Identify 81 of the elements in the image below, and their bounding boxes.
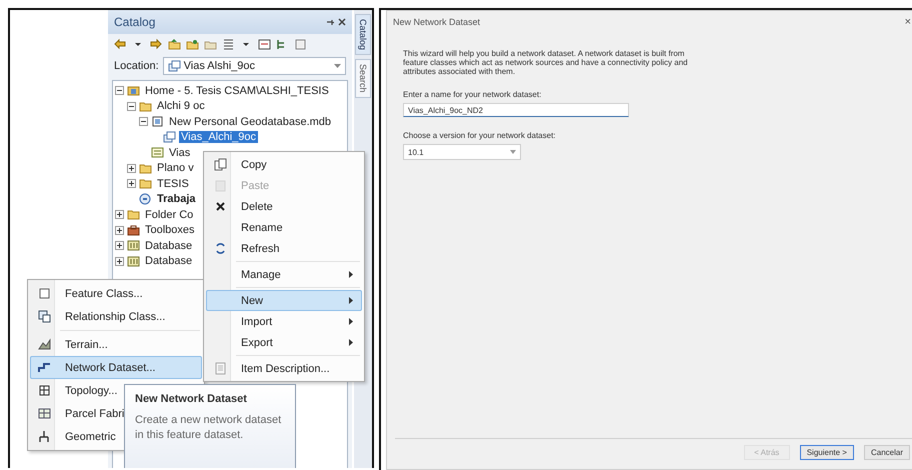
- dialog-button[interactable]: Cancelar: [864, 444, 910, 460]
- side-tab[interactable]: Catalog: [355, 14, 371, 56]
- database-icon: [127, 254, 140, 268]
- menu-item[interactable]: Terrain...: [30, 333, 202, 356]
- pin-icon[interactable]: [326, 18, 335, 26]
- dialog-button[interactable]: Siguiente >: [800, 444, 854, 460]
- tree-item[interactable]: Alchi 9 oc: [155, 100, 207, 112]
- version-dropdown[interactable]: 10.1: [403, 144, 521, 160]
- document-icon: [214, 362, 226, 375]
- name-field[interactable]: Vias_Alchi_9oc_ND2: [403, 103, 629, 117]
- menu-item[interactable]: Network Dataset...: [30, 356, 202, 379]
- geometric-network-icon: [38, 430, 50, 443]
- terrain-icon: [38, 338, 50, 351]
- parcel-icon: [38, 407, 50, 420]
- collapse-icon[interactable]: [127, 102, 136, 111]
- expand-icon[interactable]: [115, 210, 124, 220]
- dataset-icon: [163, 130, 176, 144]
- menu-item[interactable]: Manage: [206, 264, 362, 285]
- menu-item[interactable]: Export: [206, 332, 362, 353]
- menu-item[interactable]: Import: [206, 311, 362, 332]
- tree-item[interactable]: Trabaja: [155, 193, 198, 206]
- folder-icon: [139, 100, 152, 113]
- connect-folder-icon[interactable]: [186, 38, 199, 51]
- collapse-icon[interactable]: [139, 117, 148, 126]
- close-icon[interactable]: [338, 18, 346, 26]
- expand-icon[interactable]: [127, 179, 136, 188]
- intro-text: This wizard will help you build a network dataset. A network dataset is built from feature classes which act as network sources and have a connectivity policy and attributes associated with them.: [403, 49, 689, 76]
- close-button[interactable]: ×: [904, 16, 912, 28]
- back-arrow-icon[interactable]: [114, 38, 127, 51]
- dialog-title: New Network Dataset: [393, 17, 480, 27]
- toolbox-icon: [127, 224, 140, 237]
- field-label: Choose a version for your network dataset:: [403, 131, 557, 140]
- delete-icon: [214, 200, 226, 213]
- network-icon: [38, 361, 50, 374]
- tooltip-text: Create a new network dataset in this feature dataset.: [135, 413, 282, 443]
- dropdown-caret-icon: [510, 150, 516, 154]
- field-label: Enter a name for your network dataset:: [403, 90, 542, 99]
- folder-icon: [127, 208, 140, 222]
- menu-item[interactable]: Refresh: [206, 238, 362, 259]
- refresh-icon: [214, 242, 226, 255]
- menu-item[interactable]: Rename: [206, 217, 362, 238]
- tree-item[interactable]: Home - 5. Tesis CSAM\ALSHI_TESIS: [143, 84, 331, 97]
- tree-item[interactable]: Database: [143, 255, 194, 268]
- location-field[interactable]: Vias Alshi_9oc: [162, 57, 346, 75]
- view-list-icon[interactable]: [222, 38, 235, 51]
- paste-icon: [214, 179, 226, 192]
- tree-item[interactable]: TESIS: [155, 178, 191, 190]
- menu-item[interactable]: Feature Class...: [30, 282, 202, 305]
- menu-item[interactable]: Delete: [206, 196, 362, 217]
- expand-icon[interactable]: [115, 241, 124, 250]
- expand-icon[interactable]: [115, 226, 124, 235]
- tree-item[interactable]: New Personal Geodatabase.mdb: [167, 116, 334, 128]
- table-icon: [151, 146, 164, 160]
- panel-title: Catalog: [114, 15, 156, 29]
- menu-item[interactable]: New: [206, 290, 362, 311]
- tree-item[interactable]: Vias_Alchi_9oc: [179, 131, 258, 144]
- topology-icon: [38, 384, 50, 397]
- forward-arrow-icon[interactable]: [150, 38, 163, 51]
- collapse-icon[interactable]: [115, 86, 124, 96]
- tree-item[interactable]: Toolboxes: [143, 224, 197, 236]
- home-folder-icon: [127, 84, 140, 98]
- menu-item[interactable]: Item Description...: [206, 358, 362, 379]
- expand-icon[interactable]: [115, 256, 124, 266]
- up-folder-icon[interactable]: [168, 38, 181, 51]
- menu-item[interactable]: Relationship Class...: [30, 305, 202, 328]
- location-label: Location:: [114, 60, 159, 72]
- menu-item[interactable]: Copy: [206, 154, 362, 175]
- relationship-icon: [38, 310, 50, 323]
- copy-icon: [214, 158, 226, 171]
- tree-item[interactable]: Folder Co: [143, 208, 196, 221]
- side-tab[interactable]: Search: [355, 59, 371, 98]
- folder-icon: [139, 177, 152, 190]
- tooltip-title: New Network Dataset: [135, 393, 248, 405]
- tree-item[interactable]: Vias: [167, 146, 192, 159]
- database-icon: [127, 239, 140, 252]
- dataset-icon: [168, 60, 181, 72]
- tree-item[interactable]: Database: [143, 240, 194, 252]
- expand-icon[interactable]: [127, 164, 136, 173]
- folder-icon: [139, 162, 152, 175]
- tree-item[interactable]: Plano v: [155, 162, 196, 174]
- square-outline-icon: [38, 287, 50, 300]
